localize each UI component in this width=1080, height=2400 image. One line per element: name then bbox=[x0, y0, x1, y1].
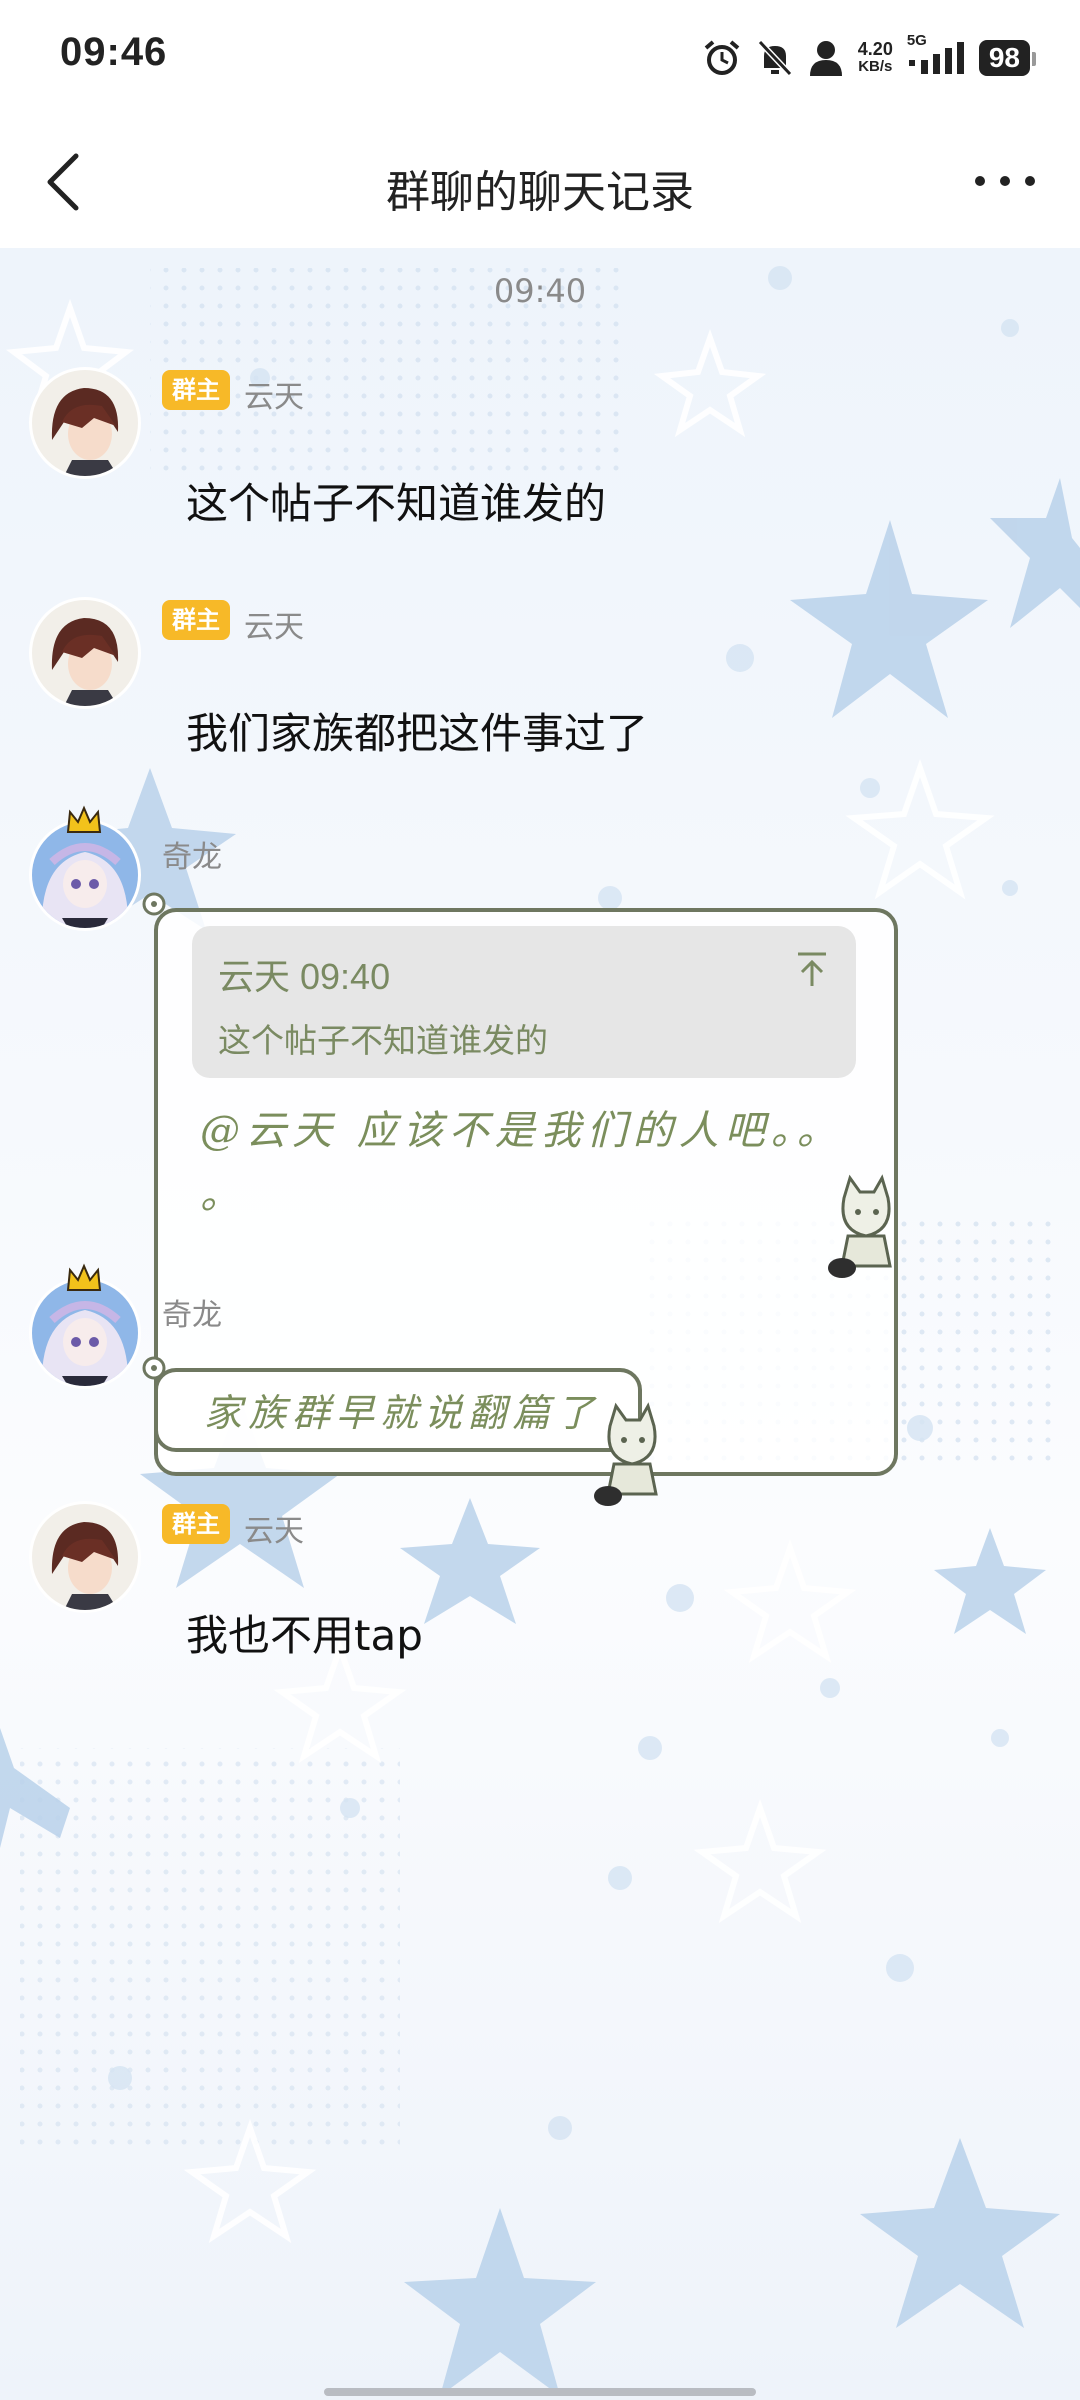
header: 群聊的聊天记录 bbox=[0, 116, 1080, 248]
status-icons: 4.20 KB/s 5G 98 bbox=[702, 32, 1037, 82]
cat-sticker-icon bbox=[828, 1174, 892, 1278]
avatar-image bbox=[32, 1504, 138, 1610]
avatar-image bbox=[32, 822, 138, 928]
bubble-corner-deco bbox=[142, 892, 166, 916]
owner-badge: 群主 bbox=[162, 370, 230, 410]
jump-to-top-icon[interactable] bbox=[794, 950, 830, 990]
message-text[interactable]: @云天 应该不是我们的人吧。。 bbox=[200, 1098, 843, 1156]
sender-name[interactable]: 云天 bbox=[244, 1506, 304, 1550]
alarm-icon bbox=[704, 40, 740, 75]
battery-indicator: 98 bbox=[978, 40, 1037, 76]
quoted-message[interactable]: 云天 09:40 这个帖子不知道谁发的 bbox=[192, 926, 856, 1078]
message-text-continued[interactable]: 。 bbox=[200, 1162, 246, 1220]
person-icon bbox=[809, 41, 842, 76]
avatar[interactable] bbox=[32, 600, 138, 706]
crown-icon bbox=[66, 1263, 102, 1291]
avatar[interactable] bbox=[32, 822, 138, 928]
avatar-image bbox=[32, 370, 138, 476]
signal-icon bbox=[908, 42, 964, 74]
status-time: 09:46 bbox=[60, 30, 168, 74]
status-bar: 09:46 4.20 KB/s 5G 98 bbox=[0, 0, 1080, 116]
sender-name[interactable]: 奇龙 bbox=[162, 1290, 222, 1334]
signal-indicator: 5G bbox=[907, 32, 965, 78]
avatar-image bbox=[32, 1280, 138, 1386]
message-text[interactable]: 我们家族都把这件事过了 bbox=[186, 700, 648, 761]
quote-text: 这个帖子不知道谁发的 bbox=[218, 1021, 548, 1060]
net-speed: 4.20 KB/s bbox=[857, 39, 893, 75]
crown-icon bbox=[66, 805, 102, 833]
message-text[interactable]: 这个帖子不知道谁发的 bbox=[186, 470, 606, 531]
message-bubble[interactable]: 家族群早就说翻篇了 bbox=[154, 1368, 642, 1452]
message-text[interactable]: 家族群早就说翻篇了 bbox=[204, 1382, 600, 1437]
owner-badge: 群主 bbox=[162, 1504, 230, 1544]
bubble-corner-deco bbox=[142, 1356, 166, 1380]
owner-badge: 群主 bbox=[162, 600, 230, 640]
message-timestamp: 09:40 bbox=[493, 272, 587, 310]
page-title: 群聊的聊天记录 bbox=[386, 167, 694, 218]
cat-sticker-icon bbox=[594, 1402, 658, 1506]
avatar[interactable] bbox=[32, 1280, 138, 1386]
quote-header: 云天 09:40 bbox=[218, 956, 391, 997]
chat-area[interactable]: 09:40 群主 云天 这个帖子不知道谁发的 群主 云天 我们家族都把这件事过了 bbox=[0, 248, 1080, 2400]
sender-name[interactable]: 奇龙 bbox=[162, 832, 222, 876]
avatar-image bbox=[32, 600, 138, 706]
sender-name[interactable]: 云天 bbox=[244, 372, 304, 416]
home-indicator[interactable] bbox=[324, 2388, 756, 2396]
more-options-button[interactable] bbox=[970, 166, 1040, 196]
avatar[interactable] bbox=[32, 370, 138, 476]
message-text[interactable]: 我也不用tap bbox=[186, 1602, 423, 1663]
mute-bell-icon bbox=[757, 39, 792, 77]
sender-name[interactable]: 云天 bbox=[244, 602, 304, 646]
avatar[interactable] bbox=[32, 1504, 138, 1610]
